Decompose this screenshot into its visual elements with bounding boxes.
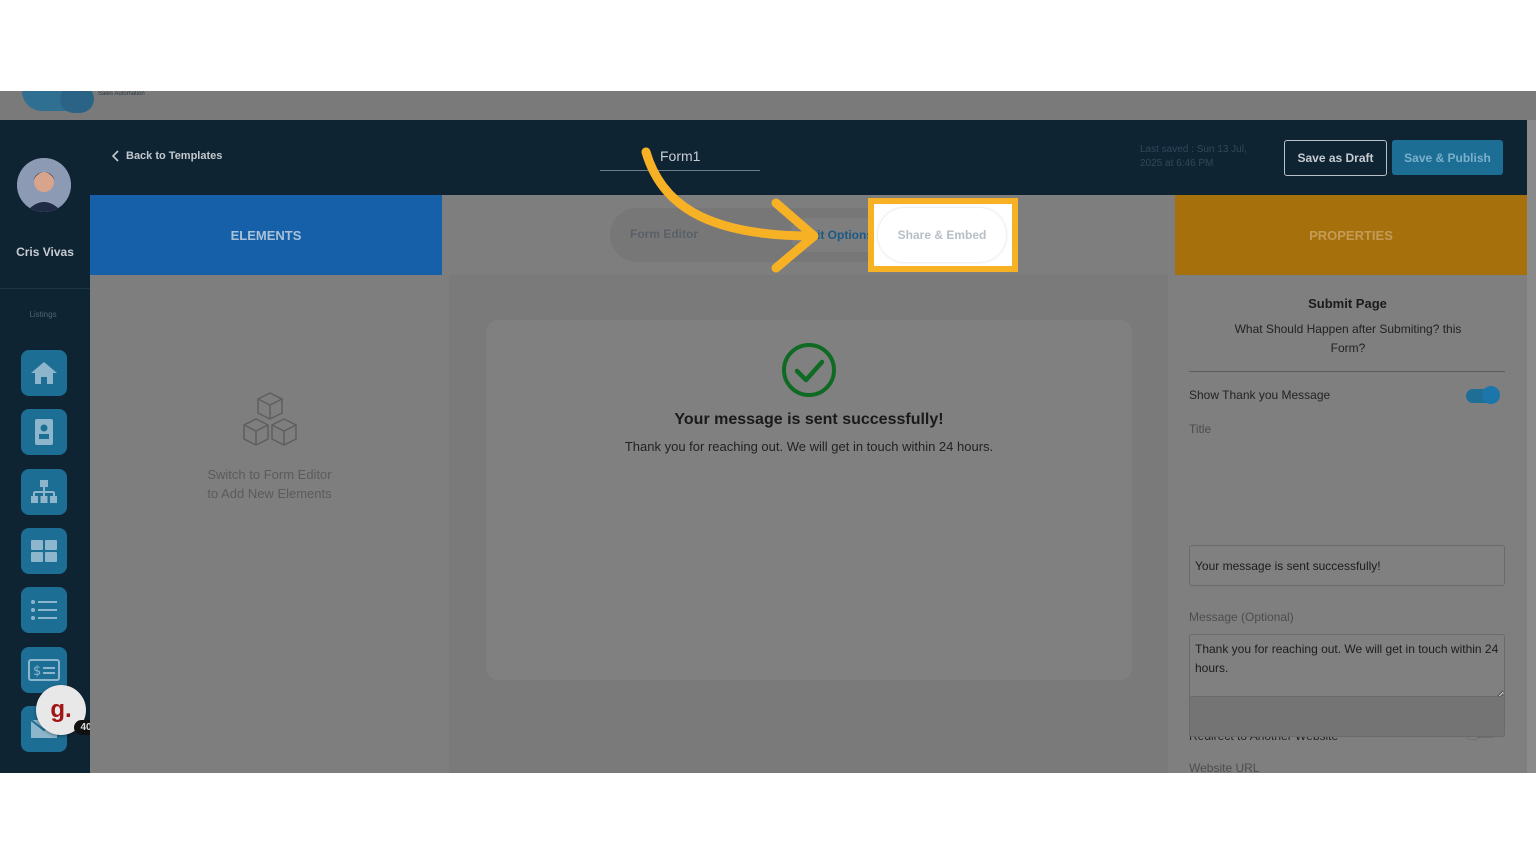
save-as-draft-button[interactable]: Save as Draft [1284,140,1387,176]
highlight-box [868,198,1018,272]
sidebar-item-contacts[interactable] [21,409,67,455]
website-url-label: Website URL [1189,761,1260,773]
success-title: Your message is sent successfully! [674,411,944,428]
title-input[interactable] [1189,545,1505,586]
sidebar-section-label: Listings [29,310,57,319]
last-saved-status: Last saved : Sun 13 Jul, 2025 at 6:46 PM [1140,144,1247,169]
properties-panel-header: PROPERTIES [1175,195,1527,275]
avatar[interactable] [17,158,71,212]
save-and-publish-button[interactable]: Save & Publish [1392,140,1503,175]
form-canvas: Your message is sent successfully! Thank… [449,275,1168,773]
sidebar-item-home[interactable] [21,350,67,396]
message-textarea[interactable]: Thank you for reaching out. We will get … [1189,634,1505,700]
success-preview-card: Your message is sent successfully! Thank… [486,320,1132,680]
submit-page-subtitle: What Should Happen after Submiting? this… [1234,322,1462,355]
home-icon [31,362,57,384]
submit-page-title: Submit Page [1308,296,1387,311]
list-icon [31,600,57,620]
top-strip: Sales Automation [0,91,1536,120]
elements-panel-header: ELEMENTS [90,195,442,275]
hint-line-2: to Add New Elements [207,486,332,501]
logo-text: Sales Automation [98,91,145,97]
check-circle-icon [782,343,836,397]
message-label: Message (Optional) [1189,610,1294,624]
tutorial-arrow-icon [641,147,819,273]
website-url-input[interactable] [1189,696,1505,737]
sidebar-divider [0,288,90,289]
logo-icon-secondary [60,91,94,113]
title-label: Title [1189,422,1212,436]
page-scrollbar[interactable] [1527,120,1536,773]
grid-icon [31,540,57,562]
svg-text:$: $ [33,664,41,679]
show-thank-you-label: Show Thank you Message [1189,388,1331,402]
cubes-icon [243,392,297,446]
back-label: Back to Templates [126,150,223,162]
properties-divider [1189,371,1505,372]
elements-panel: Switch to Form Editor to Add New Element… [90,275,449,773]
chevron-left-icon [112,150,119,162]
sidebar-item-grid[interactable] [21,528,67,574]
success-message: Thank you for reaching out. We will get … [624,439,994,454]
show-thank-you-toggle[interactable] [1466,386,1500,404]
contact-book-icon [35,419,53,445]
hierarchy-icon [31,480,57,503]
switch-editor-hint: Switch to Form Editor to Add New Element… [90,465,449,503]
sidebar-item-hierarchy[interactable] [21,469,67,515]
sidebar-item-list[interactable] [21,587,67,633]
back-to-templates-link[interactable]: Back to Templates [112,150,222,162]
user-name: Cris Vivas [16,245,74,259]
billing-icon: $ [28,659,60,681]
hint-line-1: Switch to Form Editor [207,467,332,482]
sidebar: Cris Vivas Listings $ [0,120,90,773]
